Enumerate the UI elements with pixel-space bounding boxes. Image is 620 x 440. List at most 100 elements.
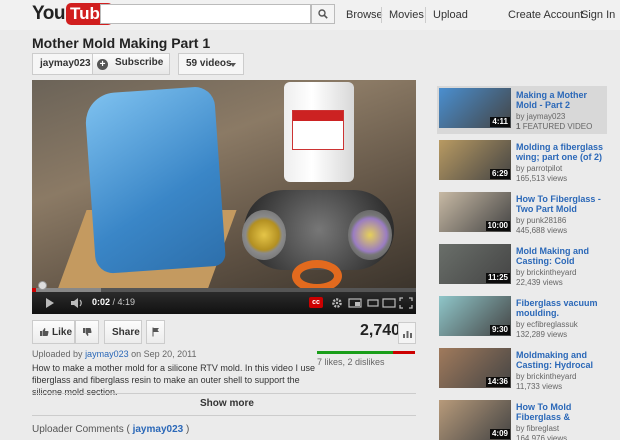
uploader-comments-user-link[interactable]: jaymay023 — [133, 424, 184, 435]
related-video-thumbnail[interactable]: 9:30 — [439, 296, 511, 336]
fullscreen-icon[interactable] — [399, 297, 413, 309]
related-video-duration: 10:00 — [485, 221, 510, 231]
related-video-views: 164,976 views — [516, 434, 568, 440]
related-video-duration: 4:09 — [489, 429, 510, 439]
progress-played — [32, 288, 36, 292]
share-button[interactable]: Share — [104, 320, 142, 344]
nav-upload[interactable]: Upload — [433, 9, 468, 21]
total-duration: 4:19 — [117, 297, 136, 307]
related-video-duration: 6:29 — [489, 169, 510, 179]
search-input[interactable] — [100, 4, 311, 24]
thumbs-up-icon — [40, 328, 49, 336]
chevron-down-icon — [230, 63, 236, 67]
related-video-item[interactable]: 11:25 Mold Making and Casting: Cold by bri… — [437, 242, 607, 290]
related-video-title[interactable]: How To Mold Fiberglass & — [516, 402, 606, 422]
video-scene-blue-mold — [83, 85, 227, 275]
related-video-item[interactable]: 14:36 Moldmaking and Casting: Hydrocal by … — [437, 346, 607, 394]
related-video-thumbnail[interactable]: 4:11 — [439, 88, 511, 128]
related-video-duration: 11:25 — [485, 273, 510, 283]
player-controls: 0:02 / 4:19 cc — [32, 281, 416, 314]
video-frame[interactable] — [32, 80, 416, 292]
sign-in-link[interactable]: Sign In — [581, 9, 615, 21]
related-video-channel: by parrotpilot — [516, 164, 563, 173]
upload-on-label: on — [131, 349, 142, 359]
related-video-channel: by fibreglast — [516, 424, 560, 433]
nav-movies[interactable]: Movies — [389, 9, 424, 21]
featured-video-label: FEATURED VIDEO — [522, 122, 593, 131]
time-display: 0:02 / 4:19 — [92, 297, 135, 307]
current-time: 0:02 — [92, 297, 111, 307]
related-video-title[interactable]: How To Fiberglass - Two Part Mold — [516, 194, 606, 214]
show-more-button[interactable]: Show more — [200, 398, 254, 409]
related-video-item[interactable]: 4:09 How To Mold Fiberglass & by fibreglas… — [437, 398, 607, 440]
thumbs-down-icon — [83, 328, 92, 336]
related-video-duration: 4:11 — [490, 117, 510, 127]
channel-videos-dropdown[interactable]: 59 videos — [178, 53, 244, 75]
subscribe-button[interactable]: + Subscribe — [92, 53, 170, 75]
stats-button[interactable] — [398, 322, 416, 344]
top-header: You Tube Browse Movies Upload Create Acco… — [0, 0, 620, 30]
related-video-thumbnail[interactable]: 14:36 — [439, 348, 511, 388]
captions-button[interactable]: cc — [309, 297, 323, 308]
related-video-title[interactable]: Making a Mother Mold - Part 2 — [516, 90, 606, 110]
share-label: Share — [112, 327, 140, 338]
related-video-item[interactable]: 4:11 Making a Mother Mold - Part 2 by jaym… — [437, 86, 607, 134]
upload-date: Sep 20, 2011 — [143, 349, 197, 359]
related-video-item[interactable]: 9:30 Fiberglass vacuum moulding. by ecfibr… — [437, 294, 607, 342]
like-ratio-fill — [317, 351, 394, 354]
section-divider — [32, 393, 416, 394]
plus-icon: + — [97, 59, 108, 70]
uploader-comments-label: Uploader Comments ( — [32, 424, 130, 435]
featured-video-badge: 1 FEATURED VIDEO — [516, 122, 592, 132]
flag-button[interactable] — [146, 320, 165, 344]
related-video-item[interactable]: 6:29 Molding a fiberglass wing; part one … — [437, 138, 607, 186]
uploader-comments-close: ) — [185, 424, 190, 435]
progress-bar[interactable] — [32, 281, 416, 292]
popout-icon[interactable] — [348, 297, 362, 309]
subscribe-label: Subscribe — [115, 57, 164, 68]
uploader-link[interactable]: jaymay023 — [85, 349, 129, 359]
search-icon — [318, 9, 328, 19]
related-video-channel: by ecfibreglassuk — [516, 320, 578, 329]
uploader-comments-heading: Uploader Comments ( jaymay023 ) — [32, 424, 189, 435]
related-video-duration: 14:36 — [485, 377, 510, 387]
channel-owner-button[interactable]: jaymay023 — [32, 53, 99, 75]
video-player[interactable]: 0:02 / 4:19 cc — [32, 80, 416, 314]
related-video-channel: by brickintheyard — [516, 268, 577, 277]
create-account-link[interactable]: Create Account — [508, 9, 583, 21]
large-player-icon[interactable] — [382, 297, 396, 309]
video-scene-resin-jar — [284, 82, 354, 182]
related-video-views: 445,688 views — [516, 226, 568, 235]
play-icon[interactable] — [46, 298, 54, 308]
nav-divider — [425, 7, 426, 23]
videos-count-label: 59 videos — [186, 58, 232, 69]
upload-info: Uploaded by jaymay023 on Sep 20, 2011 — [32, 349, 197, 359]
section-divider — [32, 415, 416, 416]
related-video-thumbnail[interactable]: 6:29 — [439, 140, 511, 180]
like-button[interactable]: Like — [32, 320, 75, 344]
related-video-item[interactable]: 10:00 How To Fiberglass - Two Part Mold by… — [437, 190, 607, 238]
related-video-duration: 9:30 — [489, 325, 510, 335]
related-video-channel: by punk28186 — [516, 216, 567, 225]
related-video-thumbnail[interactable]: 10:00 — [439, 192, 511, 232]
like-label: Like — [52, 327, 73, 338]
related-video-title[interactable]: Fiberglass vacuum moulding. — [516, 298, 606, 318]
progress-scrubber[interactable] — [37, 281, 47, 290]
search-button[interactable] — [311, 4, 335, 24]
uploaded-by-label: Uploaded by — [32, 349, 83, 359]
volume-icon[interactable] — [70, 297, 84, 309]
gear-icon[interactable] — [330, 297, 344, 309]
dislike-button[interactable] — [75, 320, 99, 344]
related-video-thumbnail[interactable]: 4:09 — [439, 400, 511, 440]
related-video-title[interactable]: Moldmaking and Casting: Hydrocal — [516, 350, 606, 370]
related-video-title[interactable]: Molding a fiberglass wing; part one (of … — [516, 142, 606, 162]
nav-browse[interactable]: Browse — [346, 9, 383, 21]
related-video-title[interactable]: Mold Making and Casting: Cold — [516, 246, 606, 266]
bar-chart-icon — [403, 331, 412, 338]
video-title: Mother Mold Making Part 1 — [32, 35, 211, 51]
small-player-icon[interactable] — [366, 297, 380, 309]
related-video-views: 11,733 views — [516, 382, 563, 391]
view-count: 2,740 — [360, 322, 401, 339]
likes-dislikes-count: 7 likes, 2 dislikes — [317, 357, 385, 367]
related-video-thumbnail[interactable]: 11:25 — [439, 244, 511, 284]
